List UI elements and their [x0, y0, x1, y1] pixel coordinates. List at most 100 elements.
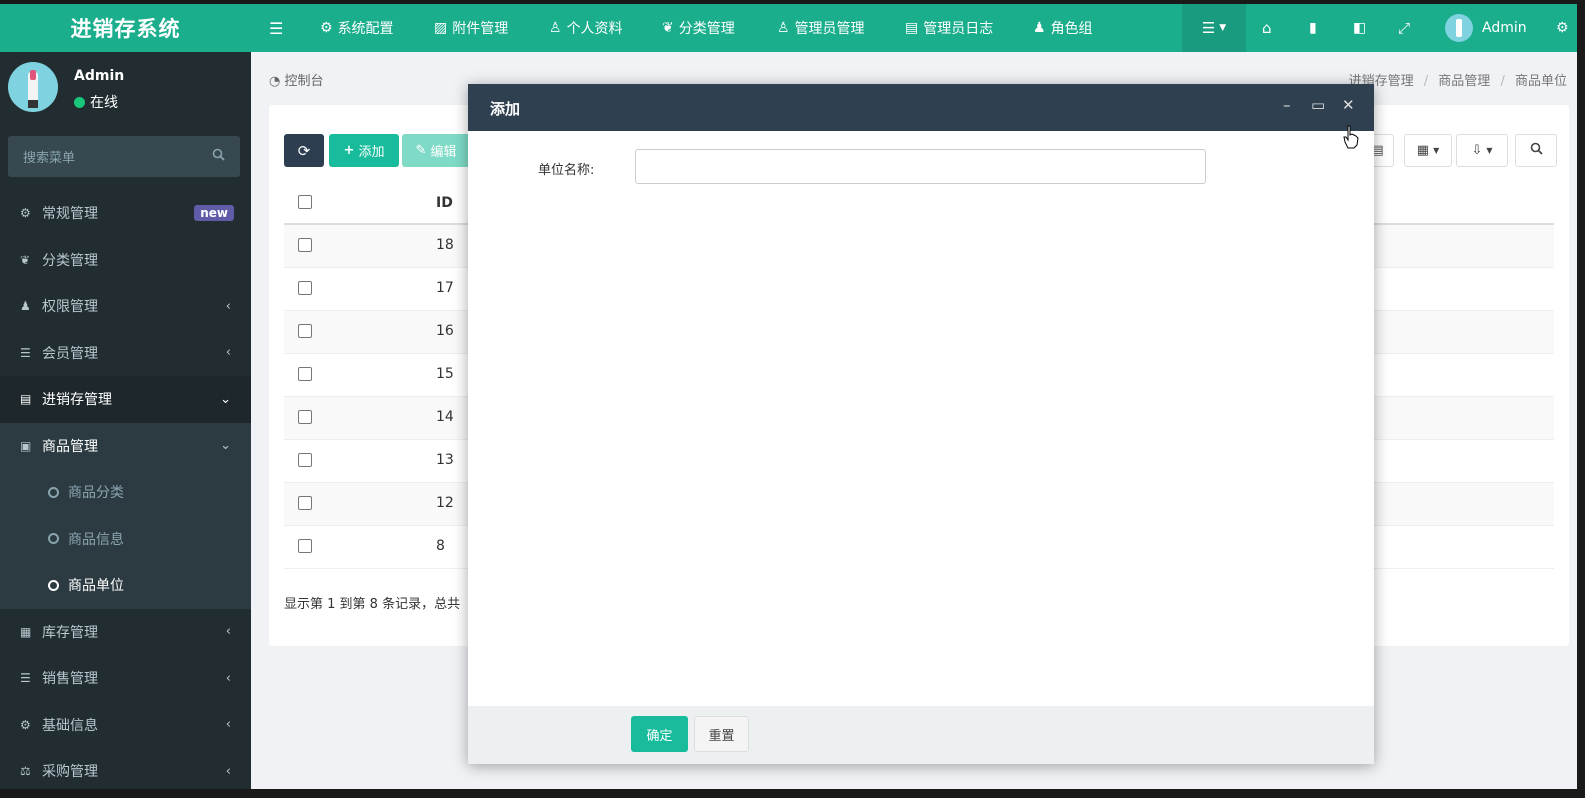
- add-button[interactable]: + 添加: [329, 134, 399, 167]
- menu-search-input[interactable]: 搜索菜单: [8, 136, 240, 177]
- sidebar-menu: ⚙ 常规管理 new ❦ 分类管理 ♟ 权限管理 ‹ ☰ 会员管理 ‹ ▤ 进销存管理 ⌄…: [0, 190, 251, 789]
- hand-cursor-icon: [1343, 125, 1359, 149]
- topnav-role-group[interactable]: ♟ 角色组: [1033, 4, 1093, 52]
- fullscreen-button[interactable]: ⤢: [1398, 4, 1410, 52]
- group-icon: ♟: [1033, 20, 1046, 36]
- list-icon: ☰: [20, 345, 31, 360]
- refresh-button[interactable]: ⟳: [284, 134, 324, 167]
- close-icon[interactable]: ✕: [1342, 96, 1355, 114]
- language-button[interactable]: ◧: [1353, 4, 1366, 52]
- more-menu-button[interactable]: ☰ ▼: [1182, 4, 1246, 52]
- search-icon: [212, 148, 225, 165]
- topnav-attachments[interactable]: ▨ 附件管理: [434, 4, 508, 52]
- sidebar-item-purchase[interactable]: ⚖ 采购管理 ‹: [0, 748, 251, 789]
- user-panel: Admin 在线: [0, 52, 251, 132]
- row-checkbox[interactable]: [298, 281, 312, 295]
- home-icon: ⌂: [1262, 19, 1272, 37]
- topnav-system-config[interactable]: ⚙ 系统配置: [320, 4, 394, 52]
- topnav-admin-log[interactable]: ▤ 管理员日志: [905, 4, 993, 52]
- search-icon: [1530, 142, 1543, 159]
- leaf-icon: ❦: [662, 20, 674, 36]
- edit-button[interactable]: ✎ 编辑: [402, 134, 470, 167]
- breadcrumb-home[interactable]: ◔ 控制台: [269, 70, 324, 89]
- topnav-category[interactable]: ❦ 分类管理: [662, 4, 735, 52]
- row-id: 16: [436, 323, 454, 339]
- select-all-checkbox[interactable]: [298, 195, 312, 209]
- dialog-body: 单位名称:: [468, 131, 1374, 706]
- translate-icon: ◧: [1353, 20, 1367, 36]
- breadcrumb-item-current: 商品单位: [1514, 74, 1567, 89]
- caret-down-icon: ▼: [1433, 146, 1440, 155]
- circle-icon: [48, 533, 59, 545]
- chevron-left-icon: ‹: [225, 670, 231, 686]
- breadcrumb: 进销存管理 / 商品管理 / 商品单位: [1348, 74, 1567, 89]
- add-dialog: 添加 – ▭ ✕ 单位名称: 确定 重置: [468, 84, 1374, 764]
- breadcrumb-item[interactable]: 商品管理: [1438, 74, 1490, 89]
- dashboard-icon: ◔: [269, 74, 281, 89]
- sidebar-item-goods-unit[interactable]: 商品单位: [0, 562, 251, 609]
- chevron-down-icon: ⌄: [220, 391, 231, 407]
- sidebar-item-category[interactable]: ❦ 分类管理: [0, 237, 251, 284]
- avatar: [1445, 14, 1473, 42]
- row-checkbox[interactable]: [298, 496, 312, 510]
- unit-name-label: 单位名称:: [538, 163, 595, 178]
- sidebar-item-goods-category[interactable]: 商品分类: [0, 469, 251, 516]
- circle-icon: [48, 486, 59, 498]
- sidebar-item-stock[interactable]: ▦ 库存管理 ‹: [0, 609, 251, 656]
- app-logo[interactable]: 进销存系统: [0, 4, 251, 52]
- admin-user-menu[interactable]: Admin: [1445, 4, 1527, 52]
- user-icon: ♙: [549, 20, 562, 36]
- row-id: 13: [436, 452, 454, 468]
- row-checkbox[interactable]: [298, 324, 312, 338]
- chevron-left-icon: ‹: [225, 345, 231, 361]
- row-checkbox[interactable]: [298, 410, 312, 424]
- row-checkbox[interactable]: [298, 539, 312, 553]
- image-icon: ▨: [434, 20, 448, 36]
- clear-cache-button[interactable]: ▮: [1309, 4, 1317, 52]
- dialog-title: 添加: [490, 100, 521, 118]
- home-button[interactable]: ⌂: [1262, 4, 1272, 52]
- confirm-button[interactable]: 确定: [631, 716, 688, 752]
- user-status: 在线: [74, 92, 118, 112]
- sidebar-toggle-button[interactable]: ☰: [269, 4, 283, 52]
- row-checkbox[interactable]: [298, 453, 312, 467]
- unit-name-input[interactable]: [635, 149, 1206, 184]
- row-checkbox[interactable]: [298, 238, 312, 252]
- grid-icon: ▦: [1416, 143, 1430, 158]
- dialog-footer: 确定 重置: [468, 706, 1374, 764]
- sidebar: 进销存系统 Admin 在线 搜索菜单 ⚙ 常规管理 new ❦ 分类管理 ♟ 权限管…: [0, 4, 251, 789]
- sidebar-item-member[interactable]: ☰ 会员管理 ‹: [0, 330, 251, 377]
- file-icon: ▤: [20, 392, 32, 407]
- column-header-id[interactable]: ID: [436, 195, 453, 211]
- settings-button[interactable]: ⚙: [1556, 4, 1569, 52]
- reset-button[interactable]: 重置: [694, 716, 749, 752]
- export-button[interactable]: ⇩ ▼: [1456, 134, 1508, 167]
- sidebar-item-basic-info[interactable]: ⚙ 基础信息 ‹: [0, 702, 251, 749]
- sidebar-item-sales[interactable]: ☰ 销售管理 ‹: [0, 655, 251, 702]
- balance-icon: ⚖: [20, 764, 31, 779]
- sidebar-item-general[interactable]: ⚙ 常规管理 new: [0, 190, 251, 237]
- list-icon: ☰: [1201, 19, 1216, 37]
- row-id: 15: [436, 366, 454, 382]
- sidebar-item-inventory[interactable]: ▤ 进销存管理 ⌄: [0, 376, 251, 423]
- goods-submenu: 商品分类 商品信息 商品单位: [0, 469, 251, 609]
- gear-icon: ⚙: [320, 20, 333, 36]
- bag-icon: ▣: [20, 438, 32, 453]
- minimize-icon[interactable]: –: [1283, 96, 1291, 114]
- sidebar-item-auth[interactable]: ♟ 权限管理 ‹: [0, 283, 251, 330]
- dialog-header[interactable]: 添加 – ▭ ✕: [468, 84, 1374, 131]
- row-checkbox[interactable]: [298, 367, 312, 381]
- download-icon: ⇩: [1471, 143, 1483, 158]
- sidebar-item-goods-info[interactable]: 商品信息: [0, 516, 251, 563]
- topnav-profile[interactable]: ♙ 个人资料: [549, 4, 623, 52]
- user-icon: ♙: [777, 20, 790, 36]
- chevron-left-icon: ‹: [225, 298, 231, 314]
- archive-icon: ▦: [20, 624, 32, 639]
- columns-button[interactable]: ▦ ▼: [1404, 134, 1452, 167]
- row-id: 12: [436, 495, 454, 511]
- search-button[interactable]: [1515, 134, 1557, 167]
- group-icon: ♟: [20, 299, 31, 314]
- topnav-admin-manage[interactable]: ♙ 管理员管理: [777, 4, 865, 52]
- sidebar-item-goods[interactable]: ▣ 商品管理 ⌄: [0, 422, 251, 469]
- maximize-icon[interactable]: ▭: [1311, 96, 1325, 114]
